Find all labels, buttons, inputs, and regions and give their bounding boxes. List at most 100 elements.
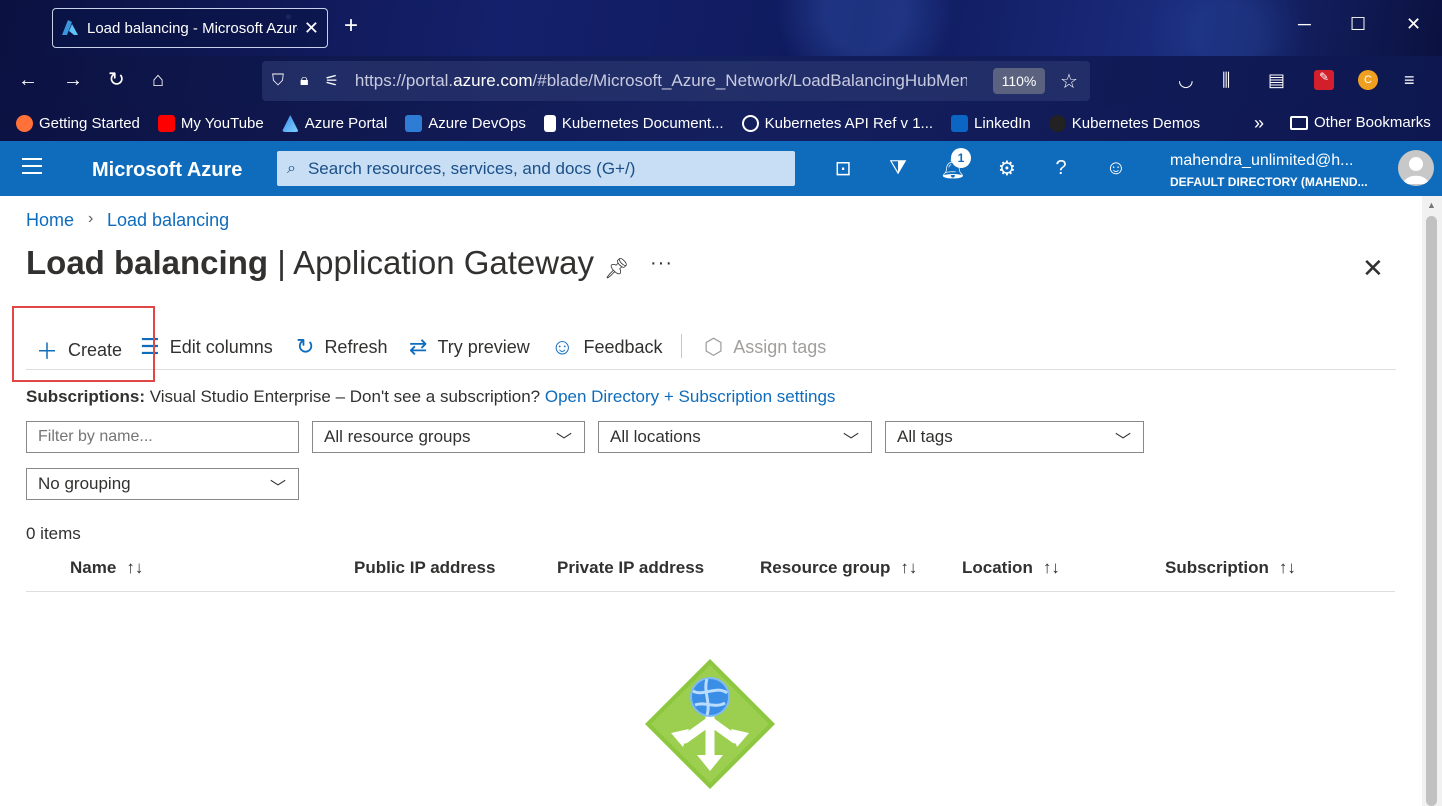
subscriptions-label: Subscriptions: (26, 387, 146, 406)
chevron-right-icon: › (88, 210, 94, 227)
resource-groups-dropdown[interactable]: All resource groups ﹀ (312, 421, 585, 453)
extension-icon[interactable]: ✎ (1314, 70, 1334, 90)
sort-icon[interactable]: ↑↓ (1279, 558, 1296, 577)
feedback-button[interactable]: ☺ Feedback (551, 334, 663, 360)
item-count: 0 items (26, 524, 81, 543)
column-resource-group[interactable]: Resource group ↑↓ (760, 558, 917, 578)
chevron-down-icon: ﹀ (269, 480, 286, 497)
bookmark-azure-devops[interactable]: Azure DevOps (405, 115, 526, 132)
menu-icon[interactable]: ≡ (1404, 70, 1415, 91)
browser-tab-strip: Load balancing - Microsoft Azure ✕ + ─ ☐… (0, 0, 1442, 56)
bookmarks-bar: Getting Started My YouTube Azure Portal … (0, 106, 1442, 141)
table-header: Name ↑↓ Public IP address Private IP addr… (26, 552, 1395, 592)
portal-menu-icon[interactable] (22, 158, 42, 179)
open-directory-link[interactable]: Open Directory + Subscription settings (545, 387, 836, 406)
directory-filter-icon[interactable]: ⧩ (885, 155, 911, 181)
shield-icon[interactable]: ⛉ (272, 72, 284, 90)
feedback-icon[interactable]: ☺ (1103, 155, 1129, 181)
scroll-up-icon[interactable]: ▲ (1427, 200, 1436, 210)
column-private-ip: Private IP address (557, 558, 705, 577)
pocket-icon[interactable]: ◡ (1178, 70, 1194, 91)
url-text: https://portal.azure.com/#blade/Microsof… (354, 71, 967, 90)
grouping-dropdown[interactable]: No grouping ﹀ (26, 468, 299, 500)
azure-icon (281, 115, 299, 132)
bookmark-my-youtube[interactable]: My YouTube (157, 115, 264, 132)
close-blade-icon[interactable]: ✕ (1362, 253, 1384, 284)
lock-icon[interactable]: 🔒︎ (300, 72, 309, 90)
tab-close-icon[interactable]: ✕ (304, 18, 319, 39)
bookmark-star-icon[interactable]: ☆ (1060, 69, 1078, 94)
forward-icon[interactable]: → (63, 70, 83, 90)
document-icon (543, 115, 556, 132)
azure-icon (62, 20, 78, 35)
column-public-ip: Public IP address (354, 558, 496, 577)
breadcrumb-home[interactable]: Home (26, 210, 74, 231)
home-icon[interactable]: ⌂ (152, 70, 164, 90)
account-directory[interactable]: DEFAULT DIRECTORY (MAHEND... (1170, 175, 1368, 189)
breadcrumb-load-balancing[interactable]: Load balancing (107, 210, 229, 231)
locations-dropdown[interactable]: All locations ﹀ (598, 421, 872, 453)
settings-icon[interactable]: ⚙ (994, 155, 1020, 181)
pin-icon[interactable]: 📌︎ (604, 256, 629, 281)
search-placeholder: Search resources, services, and docs (G+… (307, 158, 636, 178)
bookmark-linkedin[interactable]: LinkedIn (951, 115, 1031, 132)
account-name[interactable]: mahendra_unlimited@h... (1170, 152, 1353, 170)
other-bookmarks[interactable]: Other Bookmarks (1290, 114, 1431, 131)
maximize-icon[interactable]: ☐ (1350, 14, 1366, 35)
azure-brand[interactable]: Microsoft Azure (92, 159, 242, 182)
sidebar-icon[interactable]: ▤ (1268, 70, 1285, 91)
minimize-icon[interactable]: ─ (1298, 14, 1311, 35)
command-divider (681, 334, 682, 358)
tags-dropdown[interactable]: All tags ﹀ (885, 421, 1144, 453)
bookmark-kubernetes-demos[interactable]: Kubernetes Demos (1048, 115, 1200, 132)
bookmark-kubernetes-api[interactable]: Kubernetes API Ref v 1... (741, 115, 933, 132)
column-subscription[interactable]: Subscription ↑↓ (1165, 558, 1296, 578)
switch-icon: ⇄ (409, 334, 428, 359)
permissions-icon[interactable]: ⚟ (325, 71, 339, 91)
sort-icon[interactable]: ↑↓ (126, 558, 143, 577)
more-options-icon[interactable]: ··· (650, 252, 673, 275)
library-icon[interactable]: ⫼ (1222, 70, 1230, 91)
chevron-down-icon: ﹀ (1114, 433, 1131, 450)
folder-icon (1290, 115, 1308, 130)
sort-icon[interactable]: ↑↓ (1043, 558, 1060, 577)
browser-tab[interactable]: Load balancing - Microsoft Azure ✕ (52, 8, 328, 48)
subscriptions-line: Subscriptions: Visual Studio Enterprise … (26, 387, 836, 406)
bookmark-getting-started[interactable]: Getting Started (16, 115, 140, 132)
reload-icon[interactable]: ↻ (108, 70, 125, 90)
assign-tags-button[interactable]: ⬡ Assign tags (704, 334, 826, 360)
user-icon (1403, 157, 1429, 184)
column-name[interactable]: Name ↑↓ (70, 558, 143, 578)
help-icon[interactable]: ? (1048, 155, 1074, 181)
address-bar[interactable]: ⛉ 🔒︎ ⚟ https://portal.azure.com/#blade/M… (262, 61, 1090, 101)
refresh-button[interactable]: ↻ Refresh (296, 334, 387, 360)
command-bar: ＋ Create ☰ Edit columns ↻ Refresh ⇄ Try … (26, 326, 1396, 370)
feedback-icon: ☺ (551, 334, 574, 359)
zoom-level[interactable]: 110% (993, 68, 1045, 94)
window-close-icon[interactable]: ✕ (1406, 14, 1421, 35)
scrollbar-thumb[interactable] (1426, 216, 1437, 806)
column-location[interactable]: Location ↑↓ (962, 558, 1060, 578)
new-tab-icon[interactable]: + (344, 14, 358, 38)
avatar[interactable] (1398, 150, 1434, 186)
bookmarks-overflow-icon[interactable]: » (1254, 113, 1264, 134)
youtube-icon (157, 115, 175, 132)
global-search[interactable]: ⌕ Search resources, services, and docs (… (277, 151, 795, 186)
back-icon[interactable]: ← (18, 70, 38, 90)
edit-columns-button[interactable]: ☰ Edit columns (140, 334, 273, 360)
addon-icon[interactable]: C (1358, 70, 1378, 90)
filter-by-name-input[interactable] (26, 421, 299, 453)
search-icon: ⌕ (287, 159, 296, 177)
notification-badge: 1 (951, 148, 971, 168)
chevron-down-icon: ﹀ (842, 433, 859, 450)
page-title: Load balancing | Application Gateway (26, 244, 594, 281)
try-preview-button[interactable]: ⇄ Try preview (409, 334, 530, 360)
linkedin-icon (951, 115, 969, 132)
bookmark-kubernetes-docs[interactable]: Kubernetes Document... (543, 115, 724, 132)
github-icon (1048, 115, 1066, 132)
sort-icon[interactable]: ↑↓ (900, 558, 917, 577)
bookmark-azure-portal[interactable]: Azure Portal (281, 115, 387, 132)
tag-icon: ⬡ (704, 334, 724, 359)
firefox-icon (16, 115, 33, 132)
cloud-shell-icon[interactable]: ⊡ (830, 155, 856, 181)
